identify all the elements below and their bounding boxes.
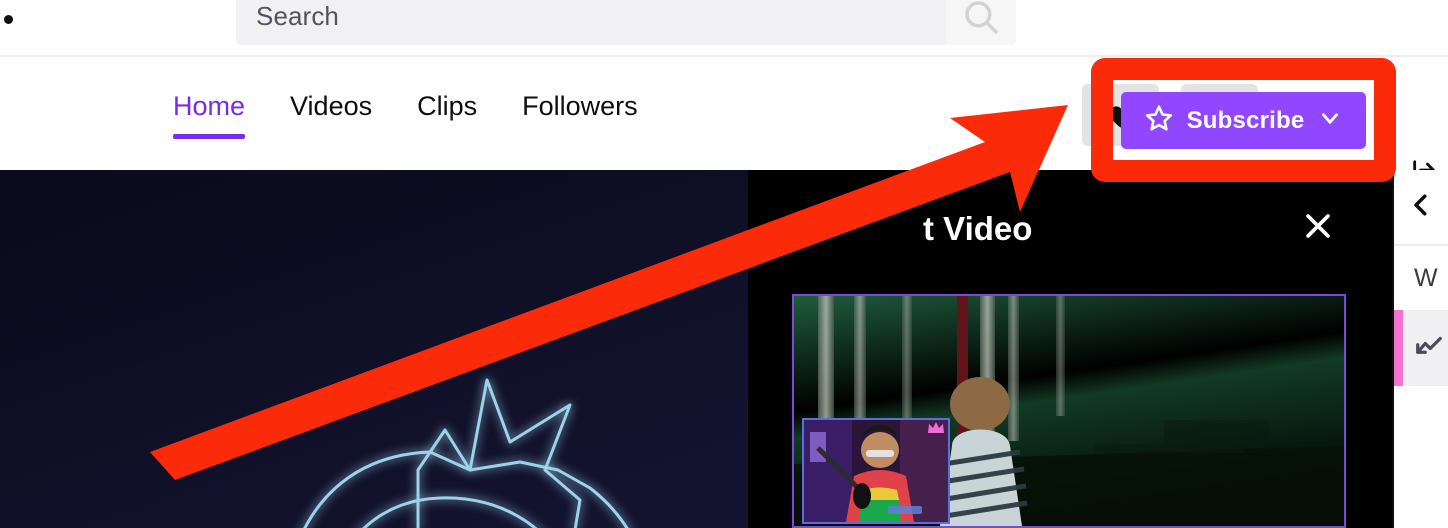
streamer-webcam-overlay [802, 418, 950, 524]
search-input-container[interactable]: Search [236, 0, 946, 45]
channel-hero: t Video [0, 170, 1392, 528]
search-bar: Search [236, 0, 1016, 45]
collapse-sidebar-button[interactable] [1394, 170, 1448, 246]
crown-badge-icon [928, 422, 944, 433]
chevron-left-icon [1406, 190, 1436, 225]
search-input[interactable]: Search [256, 1, 339, 32]
tab-followers-label: Followers [522, 91, 638, 121]
top-search-bar: Search [0, 0, 1448, 57]
tab-videos[interactable]: Videos [290, 87, 372, 139]
close-icon [1301, 209, 1335, 248]
channel-offline-banner-art [0, 170, 748, 528]
tab-home[interactable]: Home [173, 87, 246, 139]
sidebar-item-active[interactable] [1394, 310, 1448, 386]
modal-title: t Video [923, 210, 1033, 247]
chevron-down-icon [1317, 105, 1343, 136]
search-icon [960, 0, 1002, 38]
tab-followers[interactable]: Followers [522, 87, 638, 139]
star-icon [1144, 103, 1174, 138]
channel-tabs: Home Videos Clips Followers [173, 87, 638, 139]
page-root: Search Home Videos Clips Followers t Vid… [0, 0, 1448, 528]
tab-home-label: Home [173, 91, 246, 121]
tab-videos-label: Videos [290, 91, 373, 121]
subscribe-label: Subscribe [1186, 106, 1305, 134]
tab-clips[interactable]: Clips [417, 87, 477, 139]
page-dot-indicator [4, 15, 13, 24]
subscribe-button[interactable]: Subscribe [1121, 92, 1366, 149]
sidebar-section-label: W [1414, 263, 1438, 292]
video-thumbnail-card[interactable] [792, 294, 1346, 528]
tab-clips-label: Clips [417, 91, 478, 121]
search-button[interactable] [946, 0, 1016, 45]
right-sidebar: W [1392, 170, 1448, 528]
trend-down-icon [1414, 331, 1444, 366]
recent-video-modal: t Video [748, 170, 1392, 528]
topbar-divider [0, 55, 1448, 57]
modal-close-button[interactable] [1296, 206, 1340, 250]
